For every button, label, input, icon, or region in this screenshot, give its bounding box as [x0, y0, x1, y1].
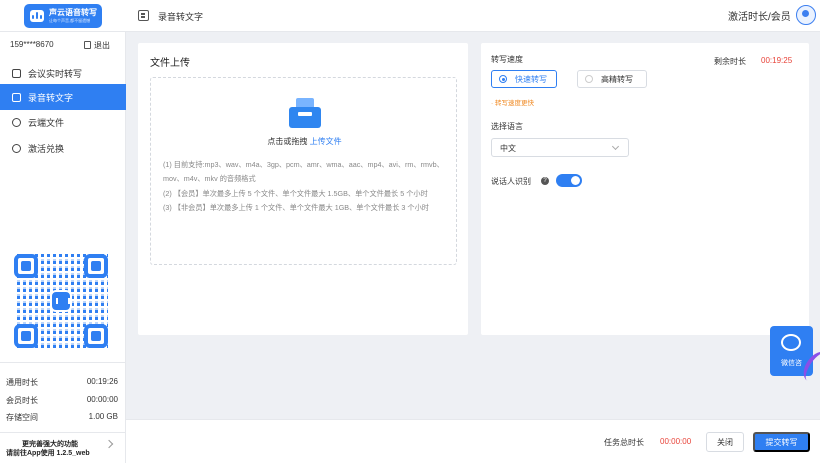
stat-label: 通用时长 [6, 378, 38, 387]
submit-button[interactable]: 提交转写 [753, 432, 810, 452]
drop-hint: 点击或拖拽 [267, 137, 308, 146]
speed-tip: · 转写速度更快 [491, 100, 534, 107]
stat-value: 00:00:00 [86, 395, 118, 404]
sidebar-item-cloud[interactable]: 云端文件 [0, 109, 126, 135]
chat-icon [781, 334, 801, 351]
upload-notes: (1) 目前支持:mp3、wav、m4a、3gp、pcm、amr、wma、aac… [163, 158, 453, 215]
settings-panel: 转写速度 剩余时长 00:19:25 快速转写 高精转写 · 转写速度更快 选择… [481, 43, 809, 335]
gift-icon [12, 143, 21, 153]
footer-bar: 任务总时长 00:00:00 关闭 提交转写 [126, 419, 820, 463]
speed-accurate-radio[interactable]: 高精转写 [577, 70, 647, 88]
speed-fast-radio[interactable]: 快速转写 [491, 70, 557, 88]
task-total-label: 任务总时长 [604, 438, 644, 447]
remaining-label: 剩余时长 [714, 57, 746, 66]
sidebar: 159****8670 退出 会议实时转写 录音转文字 云端文件 激活兑换 通用… [0, 32, 126, 463]
radio-label: 高精转写 [601, 74, 633, 84]
radio-unchecked-icon [585, 75, 593, 83]
cloud-icon [12, 117, 21, 127]
chevron-down-icon [611, 142, 620, 151]
stat-general-duration: 通用时长 00:19:26 [6, 377, 118, 388]
stat-member-duration: 会员时长 00:00:00 [6, 395, 118, 406]
promo-line-2: 请前往App使用 1.2.5_web [6, 450, 90, 457]
stat-value: 00:19:26 [86, 377, 118, 386]
radio-checked-icon [499, 75, 507, 83]
member-link[interactable]: 激活时长/会员 [728, 8, 791, 23]
stat-label: 存储空间 [6, 413, 38, 422]
sidebar-item-recording[interactable]: 录音转文字 [0, 84, 126, 110]
file-dropzone[interactable]: 点击或拖拽 上传文件 (1) 目前支持:mp3、wav、m4a、3gp、pcm、… [150, 77, 457, 265]
qr-finder [84, 324, 108, 348]
speaker-label: 说话人识别 [491, 177, 531, 186]
speed-label: 转写速度 [491, 55, 523, 64]
radio-label: 快速转写 [515, 74, 547, 84]
close-button[interactable]: 关闭 [706, 432, 744, 452]
dropzone-text: 点击或拖拽 上传文件 [151, 136, 458, 147]
user-phone: 159****8670 [10, 40, 54, 49]
document-icon [138, 10, 149, 21]
note-nonmember-limit: (3) 【非会员】单次最多上传 1 个文件、单个文件最大 1GB、单个文件最长 … [163, 202, 429, 212]
qr-finder [84, 254, 108, 278]
help-icon[interactable]: ? [541, 177, 549, 185]
qr-finder [14, 254, 38, 278]
task-total-value: 00:00:00 [660, 437, 692, 446]
note-member-limit: (2) 【会员】单次最多上传 5 个文件、单个文件最大 1.5GB、单个文件最长… [163, 188, 428, 198]
language-value: 中文 [500, 144, 516, 153]
language-label: 选择语言 [491, 122, 523, 131]
soundwave-icon [50, 290, 72, 312]
soundwave-icon [30, 10, 44, 22]
sidebar-item-label: 云端文件 [28, 117, 65, 128]
stat-label: 会员时长 [6, 396, 38, 405]
app-promo-link[interactable]: 更完善强大的功能 请前往App使用 1.2.5_web [0, 432, 126, 463]
stat-value: 1.00 GB [88, 412, 118, 421]
sidebar-item-label: 录音转文字 [28, 92, 74, 103]
app-download-qr-code [14, 254, 108, 348]
qr-finder [14, 324, 38, 348]
sidebar-item-label: 激活兑换 [28, 143, 65, 154]
app-name: 声云语音转写 [49, 8, 97, 17]
language-select[interactable]: 中文 [491, 138, 629, 157]
avatar[interactable] [796, 5, 816, 25]
logout-icon[interactable] [84, 41, 91, 49]
sidebar-item-redeem[interactable]: 激活兑换 [0, 135, 126, 161]
app-tagline: 让每个声音,都不留遗憾 [49, 18, 91, 23]
upload-title: 文件上传 [150, 58, 190, 69]
note-formats: (1) 目前支持:mp3、wav、m4a、3gp、pcm、amr、wma、aac… [163, 160, 444, 184]
remaining-value: 00:19:25 [761, 56, 793, 65]
sidebar-item-meeting[interactable]: 会议实时转写 [0, 60, 126, 86]
chevron-right-icon [104, 439, 114, 449]
monitor-icon [12, 68, 21, 78]
document-icon [12, 92, 21, 102]
sidebar-item-label: 会议实时转写 [28, 68, 83, 79]
stat-storage: 存储空间 1.00 GB [6, 412, 118, 423]
page-title: 录音转文字 [158, 12, 204, 22]
app-logo[interactable]: 声云语音转写 让每个声音,都不留遗憾 [24, 4, 102, 28]
logout-button[interactable]: 退出 [94, 40, 110, 51]
divider [0, 362, 126, 363]
upload-file-link[interactable]: 上传文件 [310, 137, 342, 146]
speaker-recognition-toggle[interactable] [556, 174, 582, 187]
upload-panel: 文件上传 点击或拖拽 上传文件 (1) 目前支持:mp3、wav、m4a、3gp… [138, 43, 468, 335]
upload-tray-icon [289, 98, 321, 128]
top-bar: 声云语音转写 让每个声音,都不留遗憾 录音转文字 激活时长/会员 [0, 0, 820, 32]
